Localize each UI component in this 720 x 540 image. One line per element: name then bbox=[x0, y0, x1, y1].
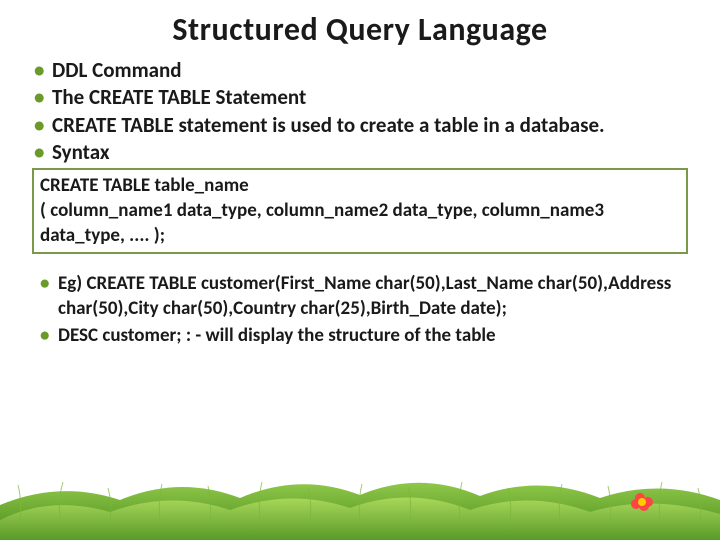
grass-decoration bbox=[0, 450, 720, 540]
slide: Structured Query Language DDL Command Th… bbox=[0, 0, 720, 540]
bullet-item: Syntax bbox=[30, 139, 690, 166]
bullet-item: The CREATE TABLE Statement bbox=[30, 84, 690, 111]
bullet-list-top: DDL Command The CREATE TABLE Statement C… bbox=[30, 57, 690, 166]
bullet-item: DDL Command bbox=[30, 57, 690, 84]
bullet-item: Eg) CREATE TABLE customer(First_Name cha… bbox=[30, 272, 690, 321]
bullet-item: CREATE TABLE statement is used to create… bbox=[30, 112, 690, 139]
syntax-box: CREATE TABLE table_name( column_name1 da… bbox=[32, 168, 688, 254]
bullet-list-bottom: Eg) CREATE TABLE customer(First_Name cha… bbox=[30, 272, 690, 348]
slide-title: Structured Query Language bbox=[30, 10, 690, 49]
bullet-item: DESC customer; : - will display the stru… bbox=[30, 324, 690, 349]
